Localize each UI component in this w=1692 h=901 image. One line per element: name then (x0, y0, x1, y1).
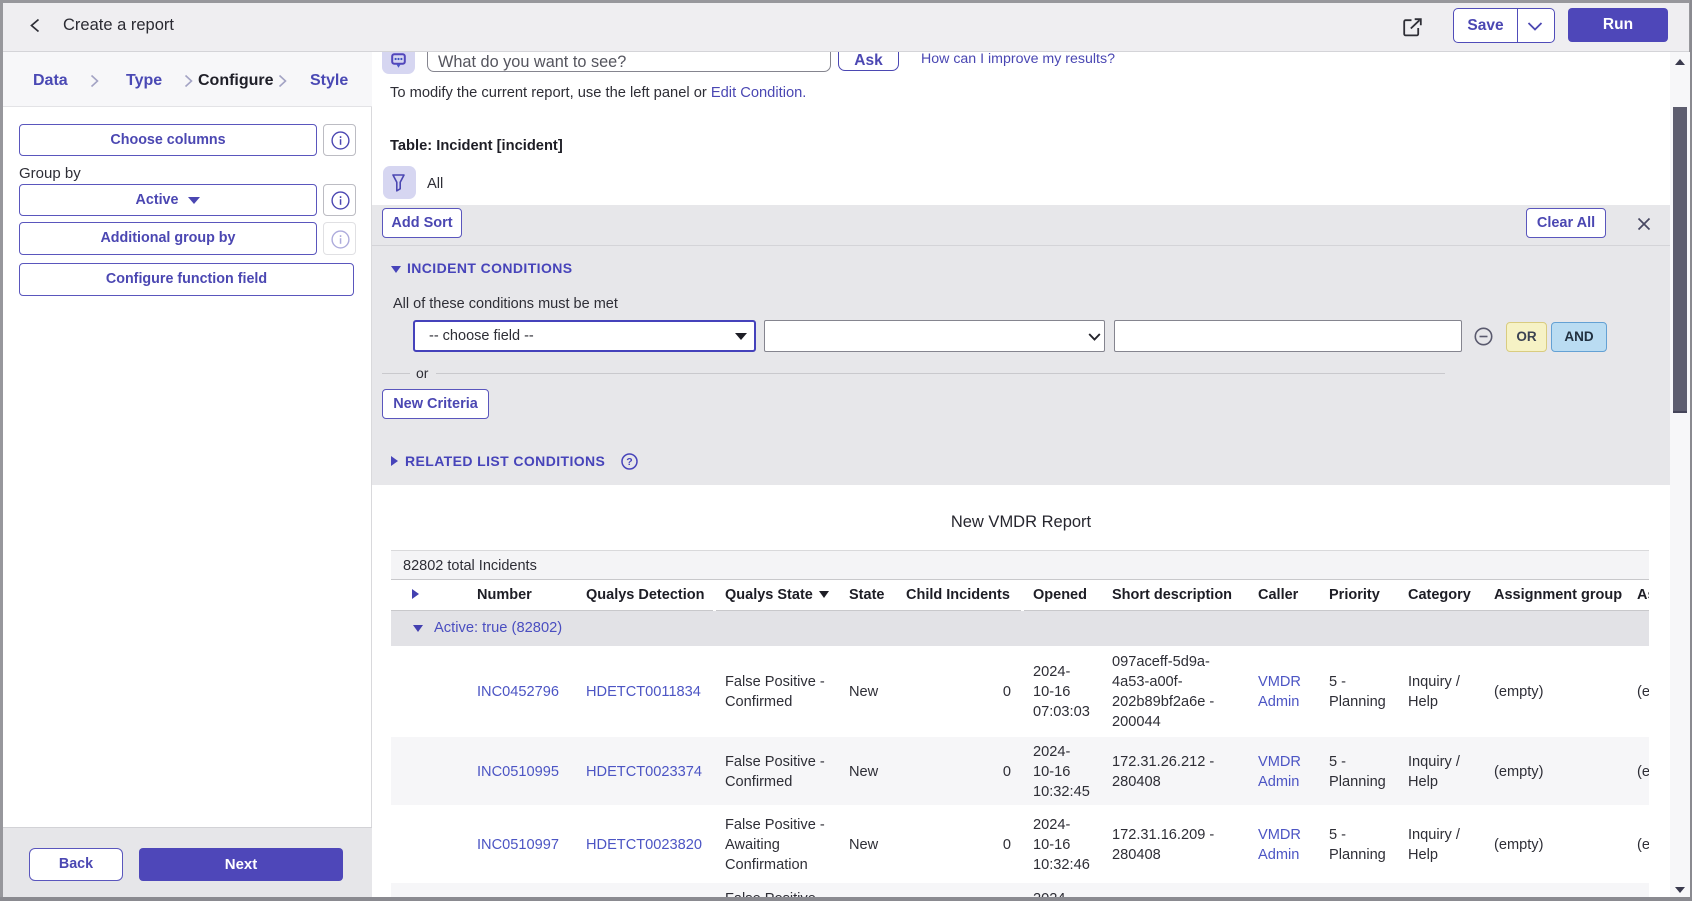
svg-text:?: ? (626, 456, 632, 468)
